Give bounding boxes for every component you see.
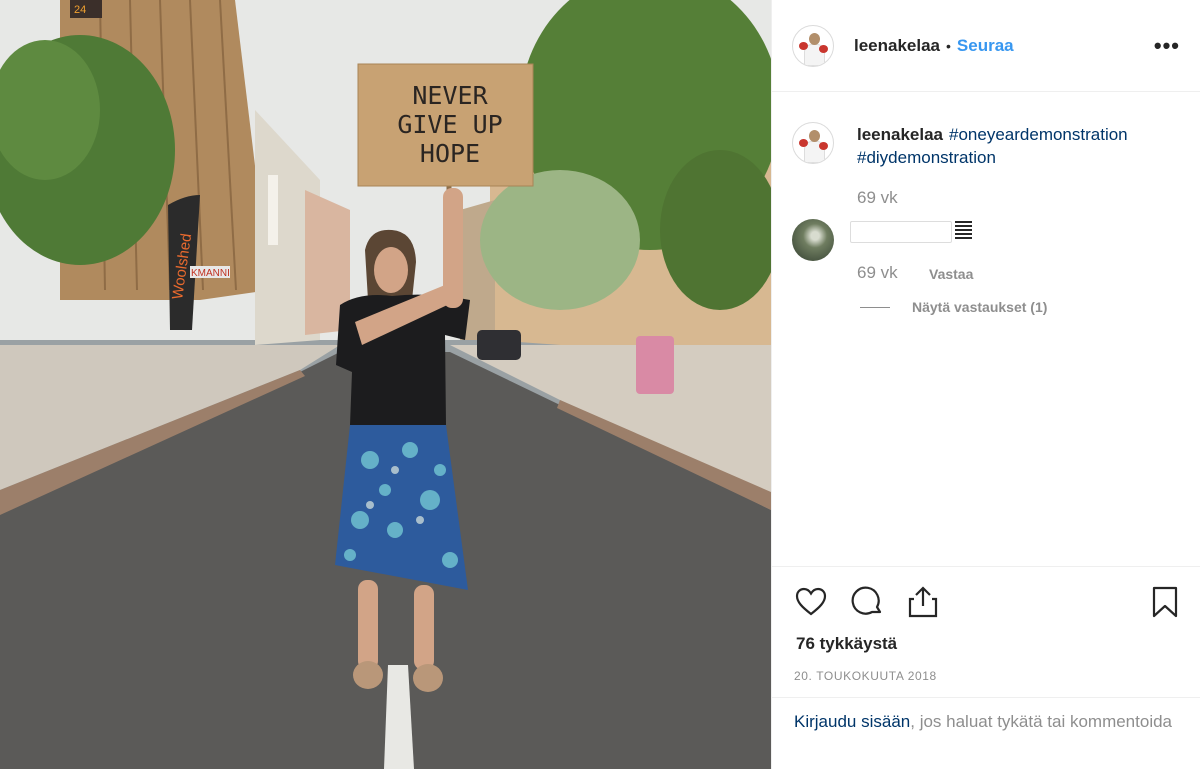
action-bar: 76 tykkäystä 20. TOUKOKUUTA 2018 Kirjaud… — [772, 566, 1200, 769]
caption-avatar[interactable] — [792, 122, 834, 164]
sign-line-3: HOPE — [420, 139, 480, 168]
caption-timestamp[interactable]: 69 vk — [857, 188, 898, 208]
post-header: leenakelaa • Seuraa ••• — [772, 0, 1200, 92]
reply-button[interactable]: Vastaa — [929, 266, 973, 282]
hashtag-link[interactable]: #oneyeardemonstration — [949, 125, 1128, 144]
post-side-panel: leenakelaa • Seuraa ••• leenakelaa #oneye… — [771, 0, 1200, 769]
sign-line-2: GIVE UP — [397, 110, 502, 139]
login-link[interactable]: Kirjaudu sisään — [794, 712, 910, 731]
commenter-avatar[interactable] — [792, 219, 834, 261]
comment-icon[interactable] — [851, 585, 885, 619]
caption-text: leenakelaa #oneyeardemonstration #diydemo… — [857, 123, 1177, 169]
hashtag-link[interactable]: #diydemonstration — [857, 148, 996, 167]
bookmark-icon[interactable] — [1148, 585, 1182, 619]
login-prompt: Kirjaudu sisään, jos haluat tykätä tai k… — [772, 697, 1200, 769]
likes-count[interactable]: 76 tykkäystä — [796, 634, 897, 654]
author-username[interactable]: leenakelaa — [854, 36, 940, 56]
svg-text:24: 24 — [74, 4, 86, 16]
caption-username[interactable]: leenakelaa — [857, 125, 943, 144]
comment-timestamp[interactable]: 69 vk — [857, 263, 898, 283]
share-icon[interactable] — [906, 585, 940, 619]
post-date: 20. TOUKOKUUTA 2018 — [794, 669, 937, 683]
replies-divider — [860, 306, 890, 308]
view-replies-label: Näytä vastaukset (1) — [912, 299, 1048, 315]
view-replies-button[interactable]: Näytä vastaukset (1) — [860, 299, 1047, 315]
login-prompt-text: , jos haluat tykätä tai kommentoida — [910, 712, 1172, 731]
follow-button[interactable]: Seuraa — [957, 36, 1014, 56]
sign-line-1: NEVER — [412, 81, 488, 110]
post-photo[interactable]: 24 Woolshed KMANNI NEVER GIVE UP HOPE — [0, 0, 771, 769]
heart-icon[interactable] — [794, 585, 828, 619]
separator-dot: • — [946, 37, 951, 54]
author-avatar[interactable] — [792, 24, 834, 67]
commenter-username[interactable] — [850, 221, 952, 243]
street-scene-image: 24 Woolshed KMANNI NEVER GIVE UP HOPE — [0, 0, 771, 769]
comment-text — [955, 221, 972, 241]
svg-text:KMANNI: KMANNI — [191, 268, 230, 279]
more-options-icon[interactable]: ••• — [1154, 34, 1180, 57]
